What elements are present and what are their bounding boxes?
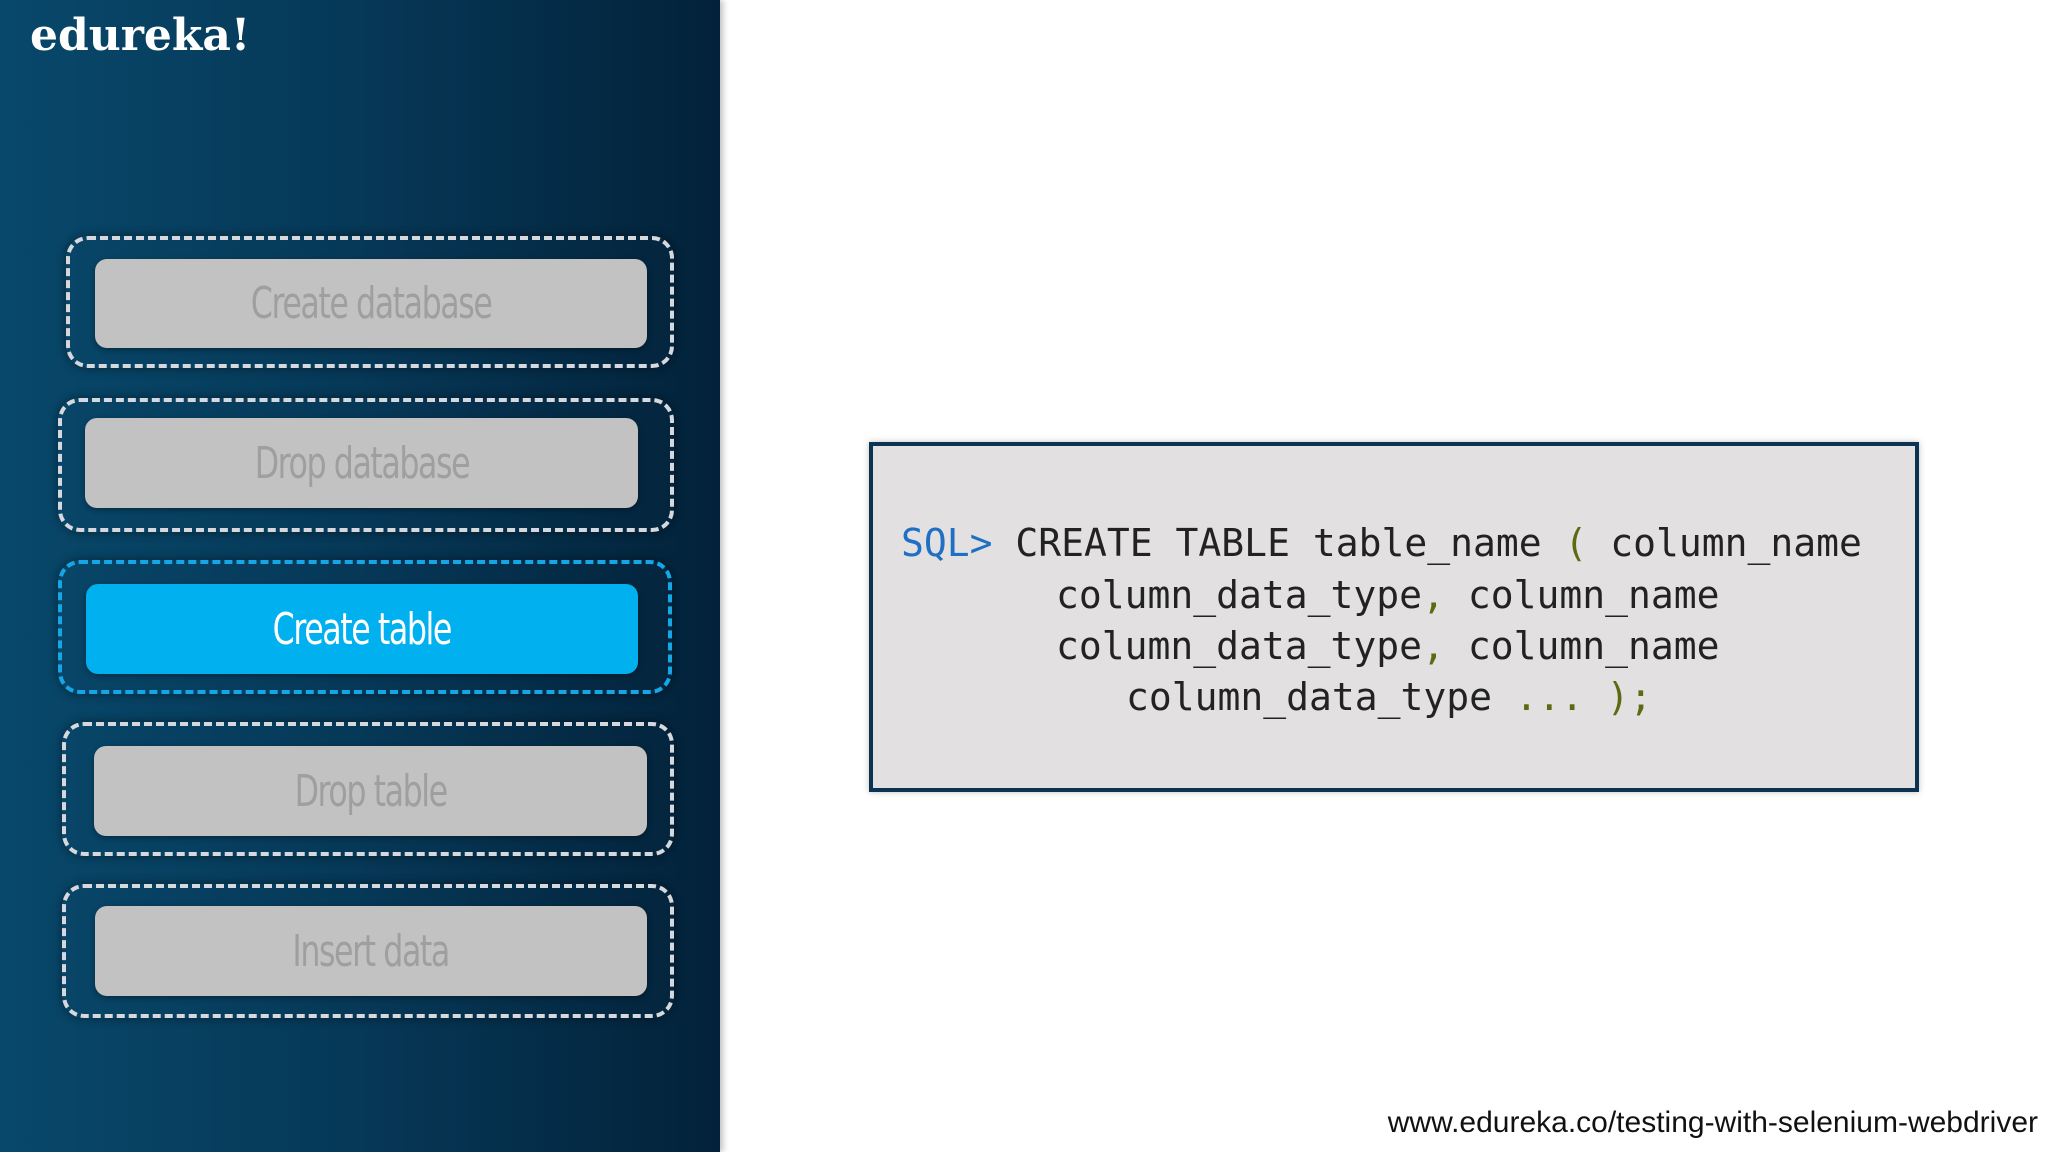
code-line-2: column_data_type, column_name bbox=[1056, 576, 1720, 614]
menu-item-insert-data[interactable]: Insert data bbox=[95, 906, 647, 996]
menu-item-create-table[interactable]: Create table bbox=[86, 584, 638, 674]
menu-item-label: Drop database bbox=[254, 437, 470, 489]
code-text: column_data_type bbox=[1056, 624, 1423, 668]
menu-item-label: Drop table bbox=[294, 765, 448, 817]
menu-item-drop-database[interactable]: Drop database bbox=[85, 418, 638, 508]
edureka-logo: edureka! bbox=[30, 10, 251, 61]
footer-url[interactable]: www.edureka.co/testing-with-selenium-web… bbox=[1388, 1106, 2038, 1140]
menu-item-label: Insert data bbox=[292, 925, 451, 977]
code-text: column_name bbox=[1610, 521, 1862, 565]
menu-item-label: Create database bbox=[250, 278, 493, 329]
sql-prompt: SQL> bbox=[901, 521, 993, 565]
code-comma: , bbox=[1422, 624, 1445, 668]
sidebar: edureka! Create database Drop database C… bbox=[0, 0, 720, 1152]
code-line-4: column_data_type ... ); bbox=[1126, 678, 1652, 716]
sql-code-box: SQL> CREATE TABLE table_name ( column_na… bbox=[869, 442, 1919, 792]
code-end: ); bbox=[1606, 675, 1653, 719]
code-ellipsis: ... bbox=[1514, 675, 1584, 719]
code-line-3: column_data_type, column_name bbox=[1056, 627, 1720, 665]
code-comma: , bbox=[1422, 573, 1445, 617]
code-text: column_name bbox=[1467, 573, 1720, 617]
code-paren: ( bbox=[1564, 521, 1588, 565]
code-text: column_data_type bbox=[1126, 675, 1493, 719]
code-line-1: SQL> CREATE TABLE table_name ( column_na… bbox=[901, 524, 1862, 562]
code-text: column_data_type bbox=[1056, 573, 1423, 617]
menu-item-label: Create table bbox=[272, 603, 453, 655]
menu-item-drop-table[interactable]: Drop table bbox=[94, 746, 647, 836]
menu-item-create-database[interactable]: Create database bbox=[95, 259, 647, 348]
code-text: column_name bbox=[1467, 624, 1720, 668]
code-text: CREATE TABLE table_name bbox=[1015, 521, 1542, 565]
